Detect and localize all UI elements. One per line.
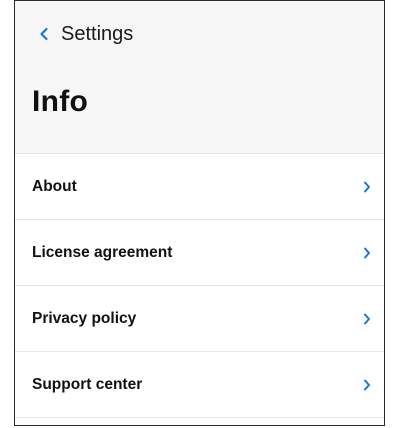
info-list: About License agreement Privacy policy S… <box>15 153 384 418</box>
list-item-privacy-policy[interactable]: Privacy policy <box>15 285 384 351</box>
list-item-label: Privacy policy <box>32 309 137 327</box>
list-item-about[interactable]: About <box>15 153 384 219</box>
list-item-label: Support center <box>32 375 143 393</box>
chevron-right-icon <box>362 180 372 194</box>
list-item-license-agreement[interactable]: License agreement <box>15 219 384 285</box>
list-item-label: License agreement <box>32 243 173 261</box>
back-button-label: Settings <box>61 22 134 45</box>
back-button[interactable]: Settings <box>37 19 133 49</box>
list-item-support-center[interactable]: Support center <box>15 351 384 418</box>
header-area: Settings Info <box>15 1 384 153</box>
chevron-right-icon <box>362 378 372 392</box>
list-item-label: About <box>32 177 77 195</box>
screen-frame: Settings Info About License agreement Pr… <box>14 0 385 426</box>
chevron-left-icon <box>37 25 51 43</box>
chevron-right-icon <box>362 312 372 326</box>
chevron-right-icon <box>362 246 372 260</box>
page-title: Info <box>32 85 89 118</box>
